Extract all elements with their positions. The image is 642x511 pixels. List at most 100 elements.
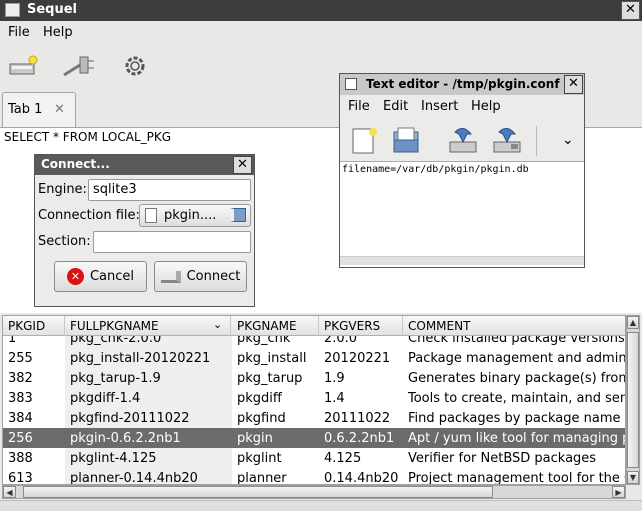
column-header-pkgid[interactable]: PKGID: [3, 316, 65, 336]
tab-1[interactable]: Tab 1 ✕: [2, 92, 76, 127]
column-header-comment[interactable]: COMMENT: [403, 316, 625, 336]
file-icon: [145, 208, 157, 223]
engine-field[interactable]: sqlite3: [88, 179, 251, 201]
menu-file[interactable]: File: [8, 25, 30, 40]
table-cell-pkgname: pkglint: [237, 450, 282, 466]
editor-hscroll[interactable]: [340, 256, 584, 265]
open-folder-icon: [230, 208, 246, 222]
editor-menu-help[interactable]: Help: [471, 99, 501, 114]
table-cell-pkgvers: 0.6.2.2nb1: [319, 428, 403, 448]
connect-dialog-titlebar: Connect... ✕: [35, 155, 254, 175]
settings-icon[interactable]: [120, 51, 150, 81]
table-cell-pkgname: pkg_chk: [237, 336, 291, 346]
table-row[interactable]: 384 pkgfind-20111022 pkgfind 20111022 Find p…: [3, 408, 625, 428]
text-editor-window-icon: [345, 78, 357, 90]
table-cell-fullpkgname: pkgfind-20111022: [65, 408, 232, 428]
cancel-button[interactable]: ✕ Cancel: [54, 261, 147, 292]
new-document-icon[interactable]: [351, 127, 377, 155]
table-cell-pkgvers: 4.125: [324, 450, 362, 466]
table-cell-pkgvers: 2.0.0: [324, 336, 358, 346]
table-hscrollbar[interactable]: ◀ ▶: [2, 485, 626, 499]
new-connection-icon[interactable]: [8, 54, 38, 78]
editor-text: filename=/var/db/pkgin/pkgin.db: [342, 164, 529, 175]
save-icon[interactable]: [447, 124, 479, 156]
connect-dialog-close-button[interactable]: ✕: [233, 156, 252, 174]
text-editor-close-button[interactable]: ✕: [564, 75, 583, 94]
table-cell-fullpkgname: pkg_install-20120221: [65, 348, 232, 368]
menu-help[interactable]: Help: [43, 25, 73, 40]
text-editor-content[interactable]: filename=/var/db/pkgin/pkgin.db: [340, 161, 584, 267]
column-header-pkgvers[interactable]: PKGVERS: [319, 316, 403, 336]
save-as-icon[interactable]: [491, 124, 523, 156]
column-header-pkgname[interactable]: PKGNAME: [232, 316, 319, 336]
table-cell-pkgname: pkgdiff: [237, 390, 282, 406]
table-cell-comment: Package management and administration: [408, 350, 626, 366]
connect-label: Connect: [186, 269, 241, 284]
column-header-fullpkgname[interactable]: FULLPKGNAME: [65, 316, 231, 336]
connect-button[interactable]: Connect: [154, 261, 247, 292]
text-editor-window: Text editor - /tmp/pkgin.conf ✕ File Edi…: [339, 73, 585, 268]
table-row[interactable]: 613 planner-0.14.4nb20 planner 0.14.4nb20 Pr…: [3, 468, 625, 485]
table-cell-pkgname: pkg_tarup: [237, 370, 303, 386]
table-row[interactable]: 383 pkgdiff-1.4 pkgdiff 1.4 Tools to create,…: [3, 388, 625, 408]
table-row[interactable]: 256 pkgin-0.6.2.2nb1 pkgin 0.6.2.2nb1 Apt / …: [3, 428, 625, 448]
connection-file-value: pkgin....: [164, 208, 217, 223]
window-close-button[interactable]: ✕: [621, 1, 640, 20]
tab-label: Tab 1: [8, 102, 43, 117]
status-bar: [0, 500, 642, 511]
table-cell-pkgvers: 20111022: [324, 410, 391, 426]
results-table: PKGID FULLPKGNAME ⌄ PKGNAME PKGVERS COMM…: [2, 315, 626, 485]
table-cell-pkgid: 255: [8, 350, 33, 366]
scroll-thumb[interactable]: [627, 332, 639, 468]
section-field[interactable]: [93, 231, 251, 253]
table-row[interactable]: 382 pkg_tarup-1.9 pkg_tarup 1.9 Generates bi…: [3, 368, 625, 388]
connect-icon: [160, 270, 181, 283]
table-cell-pkgid: 384: [8, 410, 33, 426]
disconnect-icon[interactable]: [62, 53, 96, 79]
table-cell-pkgid: 1: [8, 336, 17, 346]
table-cell-fullpkgname: pkg_chk-2.0.0: [65, 336, 232, 348]
table-cell-comment: Verifier for NetBSD packages: [408, 450, 597, 466]
scroll-right-button[interactable]: ▶: [612, 486, 625, 498]
table-cell-pkgname: pkgfind: [237, 410, 286, 426]
table-cell-pkgvers: 1.9: [324, 370, 345, 386]
table-cell-comment: Find packages by package name in pkgsrc: [408, 410, 625, 426]
editor-menu-file[interactable]: File: [348, 99, 370, 114]
table-cell-pkgvers: 1.4: [324, 390, 345, 406]
text-editor-title: Text editor - /tmp/pkgin.conf: [366, 77, 560, 91]
tab-close-icon[interactable]: ✕: [54, 102, 65, 117]
table-cell-fullpkgname: pkgin-0.6.2.2nb1: [65, 428, 232, 448]
hscroll-thumb[interactable]: [23, 486, 493, 498]
editor-menu-edit[interactable]: Edit: [383, 99, 408, 114]
table-cell-pkgvers: 20120221: [324, 350, 391, 366]
connection-file-label: Connection file:: [38, 208, 140, 223]
table-cell-pkgid: 382: [8, 370, 33, 386]
query-text: SELECT * FROM LOCAL_PKG: [4, 130, 172, 144]
sort-chevron-down-icon: ⌄: [213, 318, 223, 331]
section-label: Section:: [38, 234, 91, 249]
table-row[interactable]: 388 pkglint-4.125 pkglint 4.125 Verifier for…: [3, 448, 625, 468]
table-cell-comment: Project management tool for the GNOME: [408, 470, 625, 485]
scroll-up-button[interactable]: ▲: [627, 316, 639, 329]
scroll-down-button[interactable]: ▼: [627, 471, 639, 484]
table-vscrollbar[interactable]: ▲ ▼: [626, 315, 640, 485]
table-cell-pkgid: 256: [3, 428, 65, 448]
open-folder-icon[interactable]: [392, 126, 422, 156]
connect-dialog: Connect... ✕ Engine: sqlite3 Connection …: [34, 154, 255, 307]
window-title: Sequel: [27, 2, 78, 17]
connection-file-chooser[interactable]: pkgin....: [139, 204, 251, 227]
table-cell-comment: Generates binary package(s) from install…: [408, 370, 625, 386]
table-row[interactable]: 1 pkg_chk-2.0.0 pkg_chk 2.0.0 Check installe…: [3, 336, 625, 348]
menubar: File Help: [0, 21, 642, 43]
window-icon: [5, 3, 20, 17]
table-cell-pkgname: pkgin: [232, 428, 319, 448]
table-grid: 1 pkg_chk-2.0.0 pkg_chk 2.0.0 Check installe…: [3, 336, 626, 485]
editor-menu-insert[interactable]: Insert: [421, 99, 458, 114]
engine-label: Engine:: [38, 182, 87, 197]
table-cell-comment: Check installed package versions: [408, 336, 625, 346]
scroll-left-button[interactable]: ◀: [3, 486, 16, 498]
overflow-chevron-icon[interactable]: ⌄: [562, 132, 574, 148]
table-cell-pkgid: 383: [8, 390, 33, 406]
connect-dialog-title: Connect...: [41, 157, 110, 171]
table-row[interactable]: 255 pkg_install-20120221 pkg_install 201202…: [3, 348, 626, 368]
